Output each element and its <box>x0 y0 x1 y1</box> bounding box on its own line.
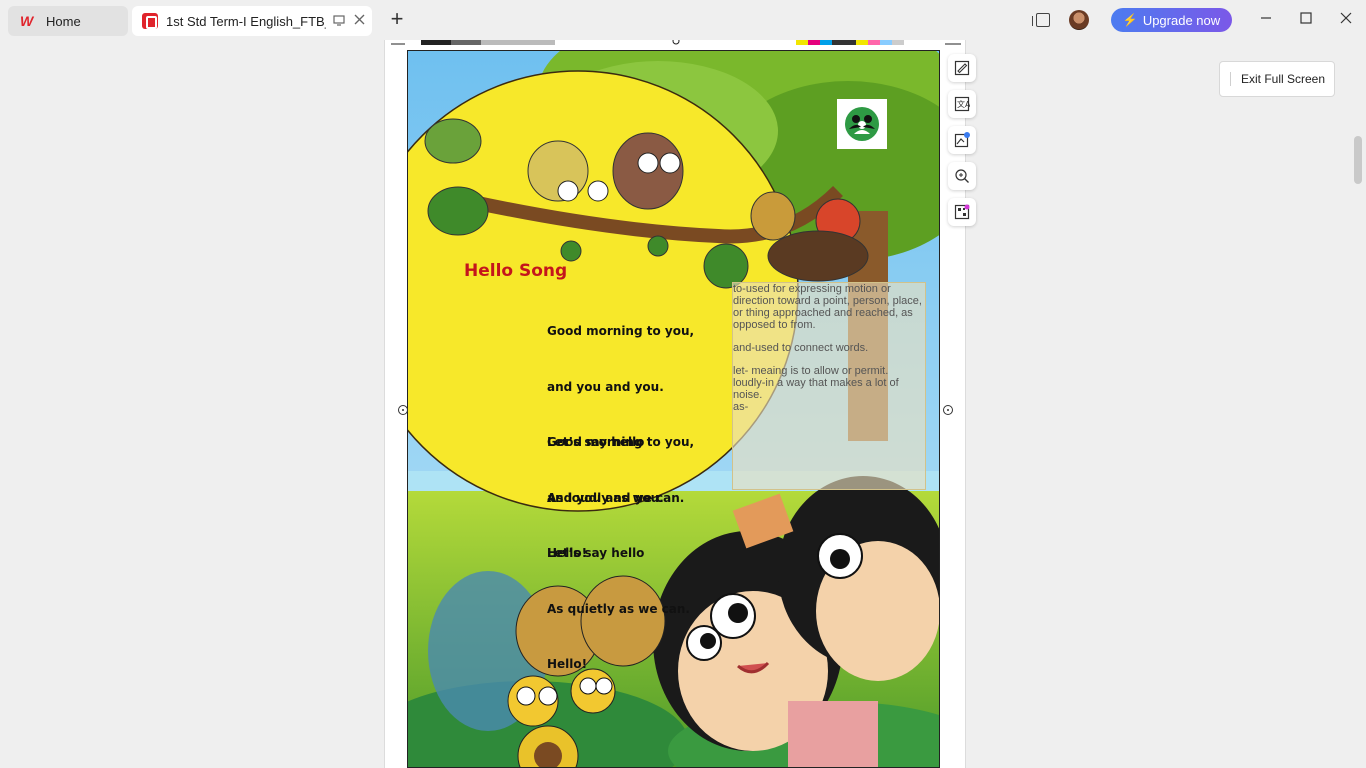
tab-document[interactable]: 1st Std Term-I English_FTB_V22 <box>132 6 372 36</box>
verse-2: Good morning to you, and you and you. Le… <box>547 396 694 711</box>
translate-icon[interactable]: 文A <box>948 90 976 118</box>
title-bar: W Home 1st Std Term-I English_FTB_V22 + … <box>0 0 1366 40</box>
verse-line: Good morning to you, <box>547 324 695 338</box>
maximize-icon[interactable] <box>1296 10 1316 30</box>
resize-handle-right[interactable] <box>943 405 953 415</box>
verse-line: and you and you. <box>547 490 664 505</box>
people-logo-icon <box>845 107 879 141</box>
divider <box>1230 72 1231 86</box>
bolt-icon: ⚡ <box>1122 13 1138 27</box>
qr-icon[interactable] <box>948 198 976 226</box>
glossary-annotation[interactable]: to-used for expressing motion or directi… <box>732 282 926 490</box>
pdf-icon <box>142 13 158 29</box>
vertical-scrollbar[interactable] <box>1354 136 1362 184</box>
verse-line: As quietly as we can. <box>547 601 690 616</box>
edit-image-icon[interactable] <box>948 54 976 82</box>
exit-fullscreen-label: Exit Full Screen <box>1241 72 1326 86</box>
document-page: Hello Song Good morning to you, and you … <box>384 40 966 768</box>
upgrade-label: Upgrade now <box>1142 12 1221 28</box>
verse-line: and you and you. <box>547 379 664 394</box>
wps-logo-icon: W <box>20 13 34 29</box>
ai-image-icon[interactable] <box>948 126 976 154</box>
verse-line: Good morning to you, <box>547 435 695 449</box>
monitor-icon[interactable] <box>332 14 346 28</box>
upgrade-button[interactable]: ⚡ Upgrade now <box>1111 8 1232 32</box>
glossary-entry: loudly-in a way that makes a lot of nois… <box>733 377 899 401</box>
verse-line: Hello! <box>547 657 588 671</box>
glossary-entry: as- <box>733 401 749 413</box>
close-icon[interactable] <box>352 14 366 28</box>
svg-text:文A: 文A <box>957 99 970 109</box>
tab-home-label: Home <box>46 13 81 29</box>
tab-document-label: 1st Std Term-I English_FTB_V22 <box>166 13 326 29</box>
publisher-logo <box>837 99 887 149</box>
verse-line: Let’s say hello <box>547 546 645 560</box>
illustration: Hello Song Good morning to you, and you … <box>407 50 940 768</box>
zoom-icon[interactable] <box>948 162 976 190</box>
close-window-icon[interactable] <box>1336 10 1356 30</box>
plus-icon[interactable]: + <box>386 8 408 32</box>
glossary-entry: and-used to connect words. <box>733 342 869 354</box>
resize-handle-left[interactable] <box>398 405 408 415</box>
avatar[interactable] <box>1069 10 1089 30</box>
print-marks <box>391 40 961 45</box>
tab-home[interactable]: W Home <box>8 6 128 36</box>
glossary-entry: let- meaing is to allow or permit. <box>733 365 889 377</box>
exit-fullscreen-button[interactable]: Exit Full Screen <box>1219 61 1335 97</box>
minimize-icon[interactable] <box>1256 10 1276 30</box>
restore-window-icon[interactable] <box>1032 13 1050 27</box>
glossary-entry: to-used for expressing motion or directi… <box>733 283 922 331</box>
song-title: Hello Song <box>464 261 568 281</box>
